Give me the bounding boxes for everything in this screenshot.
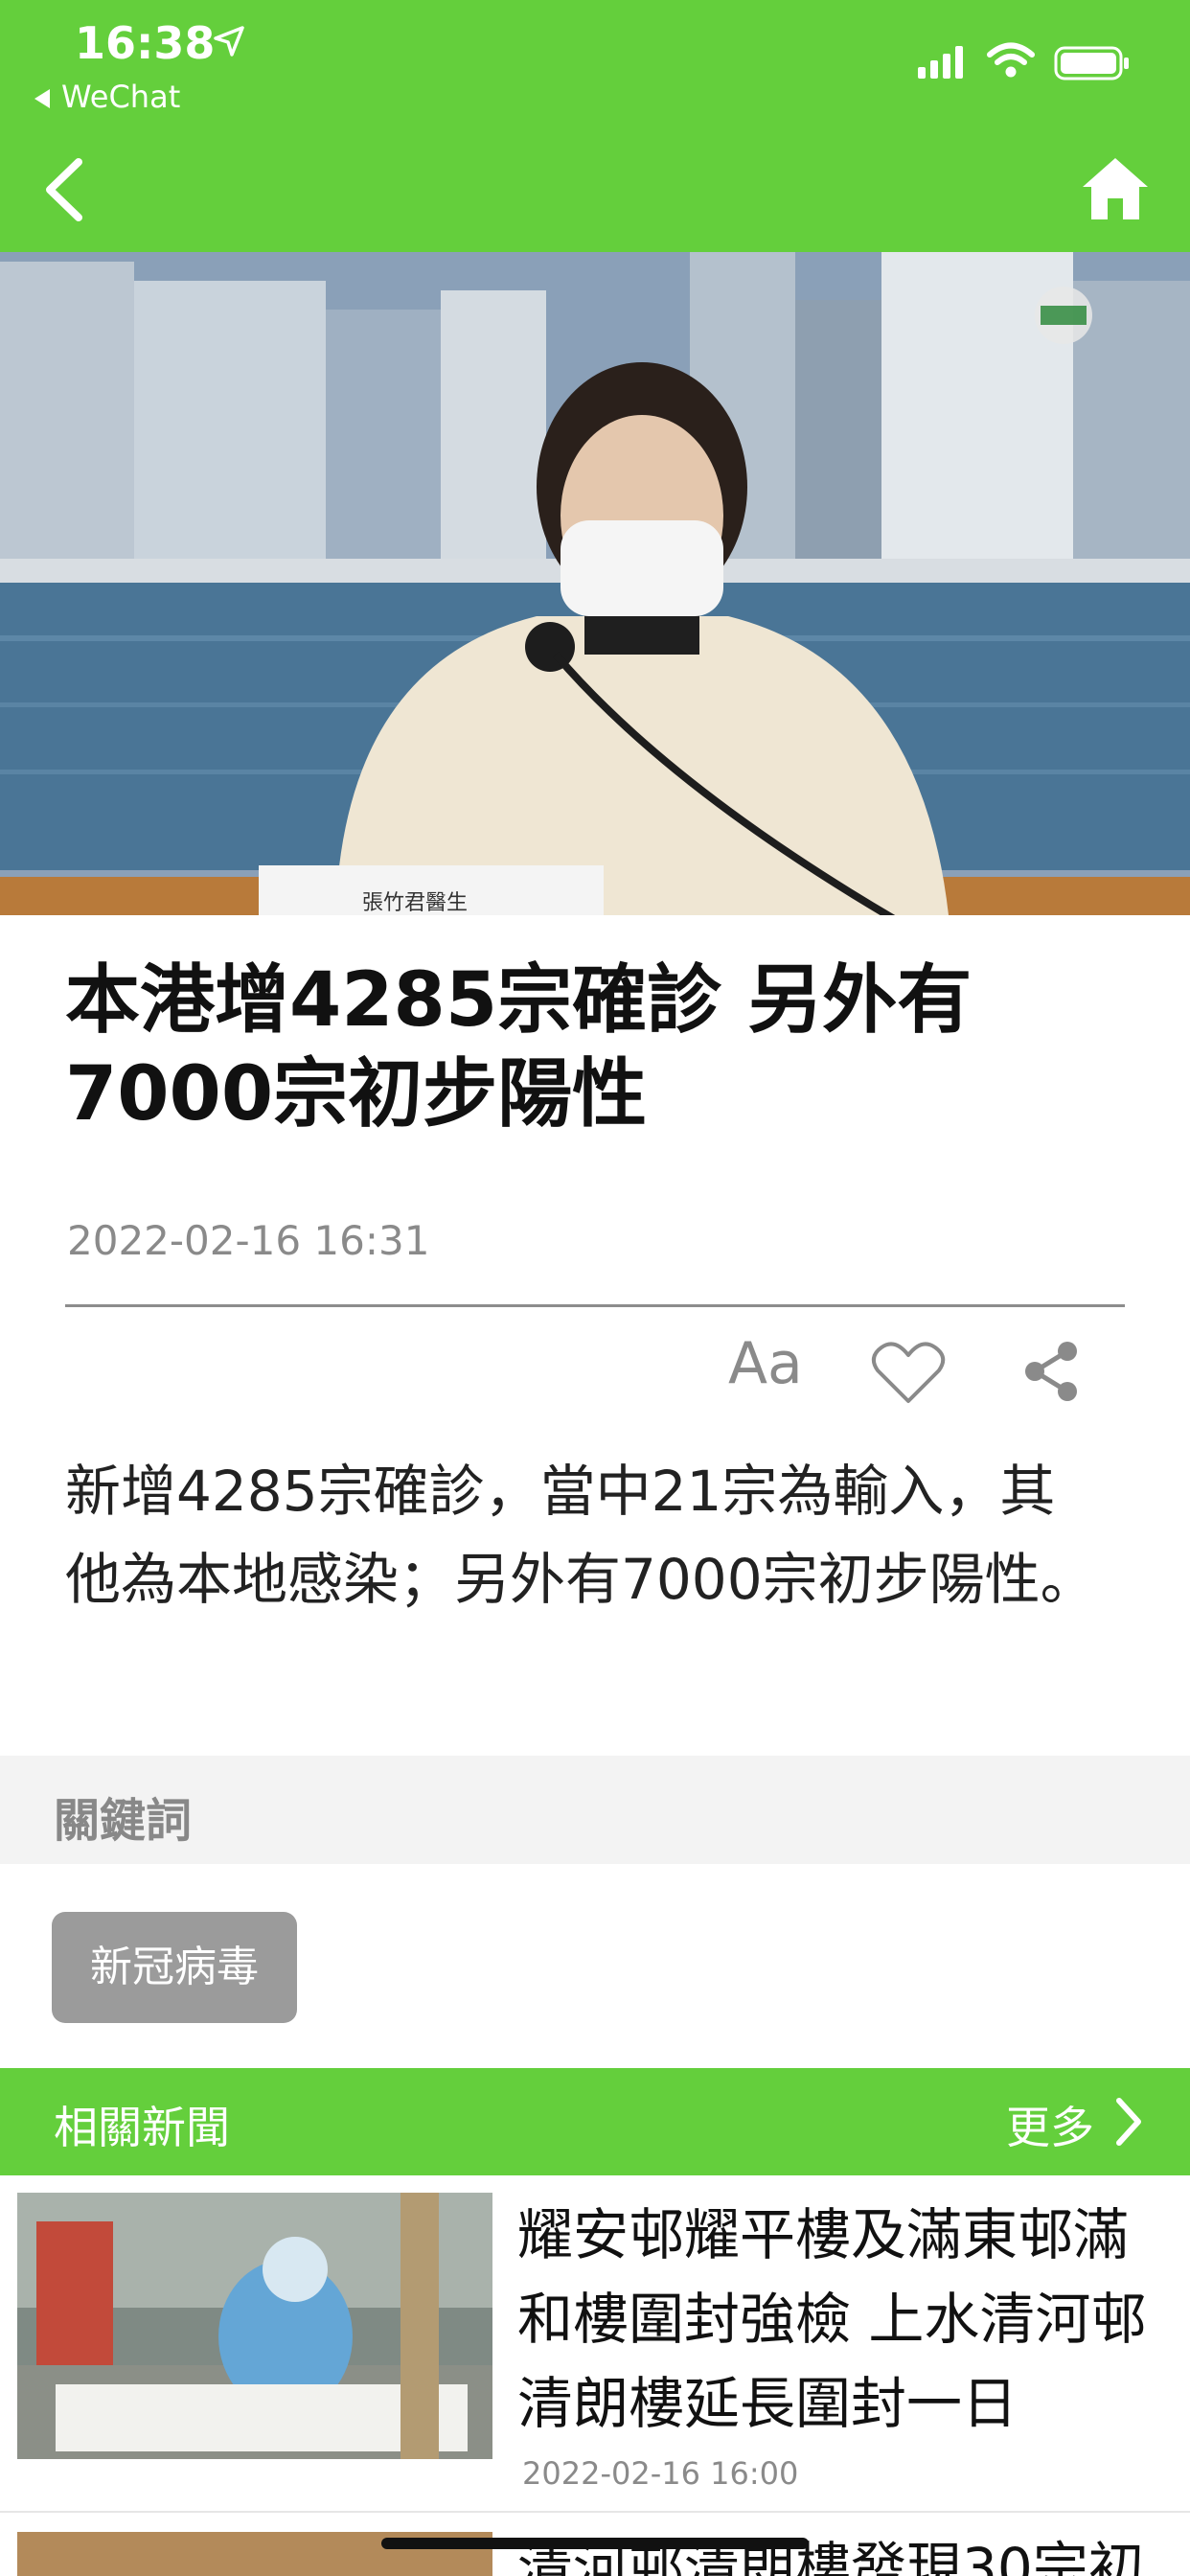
heart-icon[interactable]: [870, 1340, 947, 1407]
chevron-left-icon[interactable]: [36, 156, 94, 223]
article-title: 本港增4285宗確診 另外有7000宗初步陽性: [65, 957, 973, 1138]
article-date: 2022-02-16 16:31: [67, 1217, 430, 1264]
cellular-signal-icon: [918, 46, 968, 82]
divider: [65, 1304, 1125, 1307]
more-link[interactable]: 更多: [1006, 2093, 1094, 2156]
status-time: 16:38: [75, 17, 216, 69]
related-news-label: 相關新聞: [54, 2102, 230, 2153]
related-news-header: 相關新聞 更多: [0, 2068, 1190, 2175]
news-thumbnail: [17, 2193, 492, 2459]
news-item-title[interactable]: 耀安邨耀平樓及滿東邨滿和樓圍封強檢 上水清河邨清朗樓延長圍封一日: [517, 2193, 1179, 2446]
news-item-date: 2022-02-16 16:00: [522, 2455, 799, 2492]
keyword-tag[interactable]: 新冠病毒: [52, 1912, 297, 2023]
keywords-label: 關鍵詞: [54, 1794, 193, 1848]
home-indicator[interactable]: [381, 2538, 809, 2549]
article-summary: 新增4285宗確診，當中21宗為輸入，其他為本地感染；另外有7000宗初步陽性。: [65, 1459, 1096, 1612]
keywords-header: 關鍵詞: [0, 1756, 1190, 1864]
share-icon[interactable]: [1021, 1340, 1081, 1403]
location-arrow-icon: [213, 25, 245, 61]
font-size-icon[interactable]: Aa: [728, 1330, 803, 1397]
back-triangle-icon: [34, 89, 50, 108]
related-news-item[interactable]: 耀安邨耀平樓及滿東邨滿和樓圍封強檢 上水清河邨清朗樓延長圍封一日 2022-02…: [0, 2175, 1190, 2513]
chevron-right-icon[interactable]: [1113, 2097, 1142, 2147]
news-item-title[interactable]: 清河邨清朗樓發現30宗初: [517, 2526, 1144, 2576]
home-icon[interactable]: [1081, 154, 1150, 223]
wifi-icon: [987, 42, 1035, 82]
battery-icon: [1054, 46, 1131, 84]
article-hero-image: 張竹君醫生: [0, 252, 1190, 915]
back-to-app-link[interactable]: WeChat: [34, 79, 180, 115]
status-bar: 16:38 WeChat: [0, 0, 1190, 129]
nav-bar: [0, 129, 1190, 252]
photo-caption: 張竹君醫生: [362, 891, 469, 915]
back-app-label: WeChat: [61, 79, 181, 115]
